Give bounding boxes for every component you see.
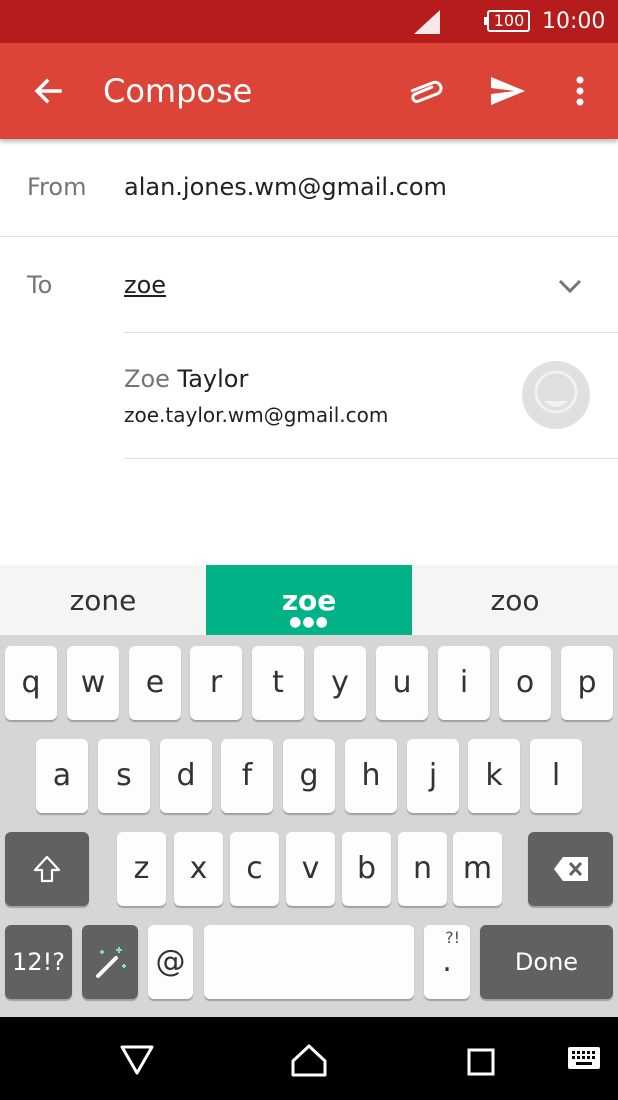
key-c[interactable]: c [230, 832, 279, 906]
divider [124, 458, 618, 459]
at-key[interactable]: @ [148, 925, 193, 999]
key-f[interactable]: f [221, 739, 273, 813]
magic-wand-key[interactable] [82, 925, 138, 999]
word-suggestion-selected[interactable]: zoe ●●● [206, 565, 412, 635]
symbols-key[interactable]: 12!? [5, 925, 72, 999]
home-nav-icon[interactable] [291, 1043, 327, 1077]
word-suggestion[interactable]: zoo [412, 565, 618, 635]
back-arrow-icon[interactable] [30, 73, 66, 109]
key-l[interactable]: l [530, 739, 582, 813]
avatar [522, 361, 590, 429]
key-s[interactable]: s [98, 739, 150, 813]
key-k[interactable]: k [468, 739, 520, 813]
to-field[interactable]: zoe [124, 271, 166, 299]
key-x[interactable]: x [174, 832, 223, 906]
period-key-alt: ?! [445, 928, 460, 947]
status-bar: 100 10:00 [0, 0, 618, 43]
backspace-key[interactable] [528, 832, 613, 906]
period-key-label: . [442, 944, 452, 979]
contact-name: Zoe Taylor [124, 365, 248, 393]
divider [124, 332, 618, 333]
key-w[interactable]: w [67, 646, 119, 720]
send-icon[interactable] [489, 73, 527, 109]
recents-nav-icon[interactable] [467, 1048, 495, 1076]
shift-icon [33, 855, 61, 883]
done-key[interactable]: Done [480, 925, 613, 999]
backspace-icon [553, 857, 588, 881]
more-vert-icon[interactable] [570, 73, 590, 109]
word-suggestion-strip: zone zoe ●●● zoo [0, 565, 618, 635]
key-a[interactable]: a [36, 739, 88, 813]
key-z[interactable]: z [117, 832, 166, 906]
key-v[interactable]: v [286, 832, 335, 906]
divider [0, 236, 618, 237]
shift-key[interactable] [5, 832, 89, 906]
app-bar: Compose [0, 43, 618, 139]
more-suggestions-icon: ●●● [289, 614, 329, 630]
chevron-down-icon[interactable] [556, 274, 584, 298]
clock: 10:00 [542, 9, 606, 34]
key-o[interactable]: o [499, 646, 551, 720]
attach-icon[interactable] [405, 73, 445, 109]
from-field[interactable]: alan.jones.wm@gmail.com [124, 173, 447, 201]
key-j[interactable]: j [407, 739, 459, 813]
key-n[interactable]: n [398, 832, 447, 906]
key-h[interactable]: h [345, 739, 397, 813]
keyboard: q w e r t y u i o p a s d f g h j k l z … [0, 635, 618, 1017]
key-m[interactable]: m [453, 832, 502, 906]
key-i[interactable]: i [438, 646, 490, 720]
key-y[interactable]: y [314, 646, 366, 720]
back-nav-icon[interactable] [120, 1045, 154, 1075]
from-label: From [27, 173, 87, 201]
contact-name-match: Zoe [124, 365, 170, 393]
key-d[interactable]: d [160, 739, 212, 813]
key-g[interactable]: g [283, 739, 335, 813]
word-suggestion[interactable]: zone [0, 565, 206, 635]
key-p[interactable]: p [561, 646, 613, 720]
page-title: Compose [103, 72, 253, 110]
magic-wand-icon [96, 947, 126, 978]
keyboard-switch-icon[interactable] [567, 1046, 601, 1070]
to-label: To [27, 271, 53, 299]
key-b[interactable]: b [342, 832, 391, 906]
key-t[interactable]: t [252, 646, 304, 720]
navigation-bar [0, 1017, 618, 1100]
period-key[interactable]: ?! . [424, 925, 470, 999]
signal-icon [414, 10, 440, 34]
key-e[interactable]: e [129, 646, 181, 720]
key-u[interactable]: u [376, 646, 428, 720]
contact-email: zoe.taylor.wm@gmail.com [124, 403, 389, 427]
battery-level: 100 [493, 11, 525, 30]
space-key[interactable] [204, 925, 414, 999]
compose-screen: 100 10:00 Compose From alan.jones.wm@gma… [0, 0, 618, 1100]
key-r[interactable]: r [190, 646, 242, 720]
contact-name-rest: Taylor [169, 365, 249, 393]
key-q[interactable]: q [5, 646, 57, 720]
word-suggestion-label: zoe [281, 584, 337, 617]
